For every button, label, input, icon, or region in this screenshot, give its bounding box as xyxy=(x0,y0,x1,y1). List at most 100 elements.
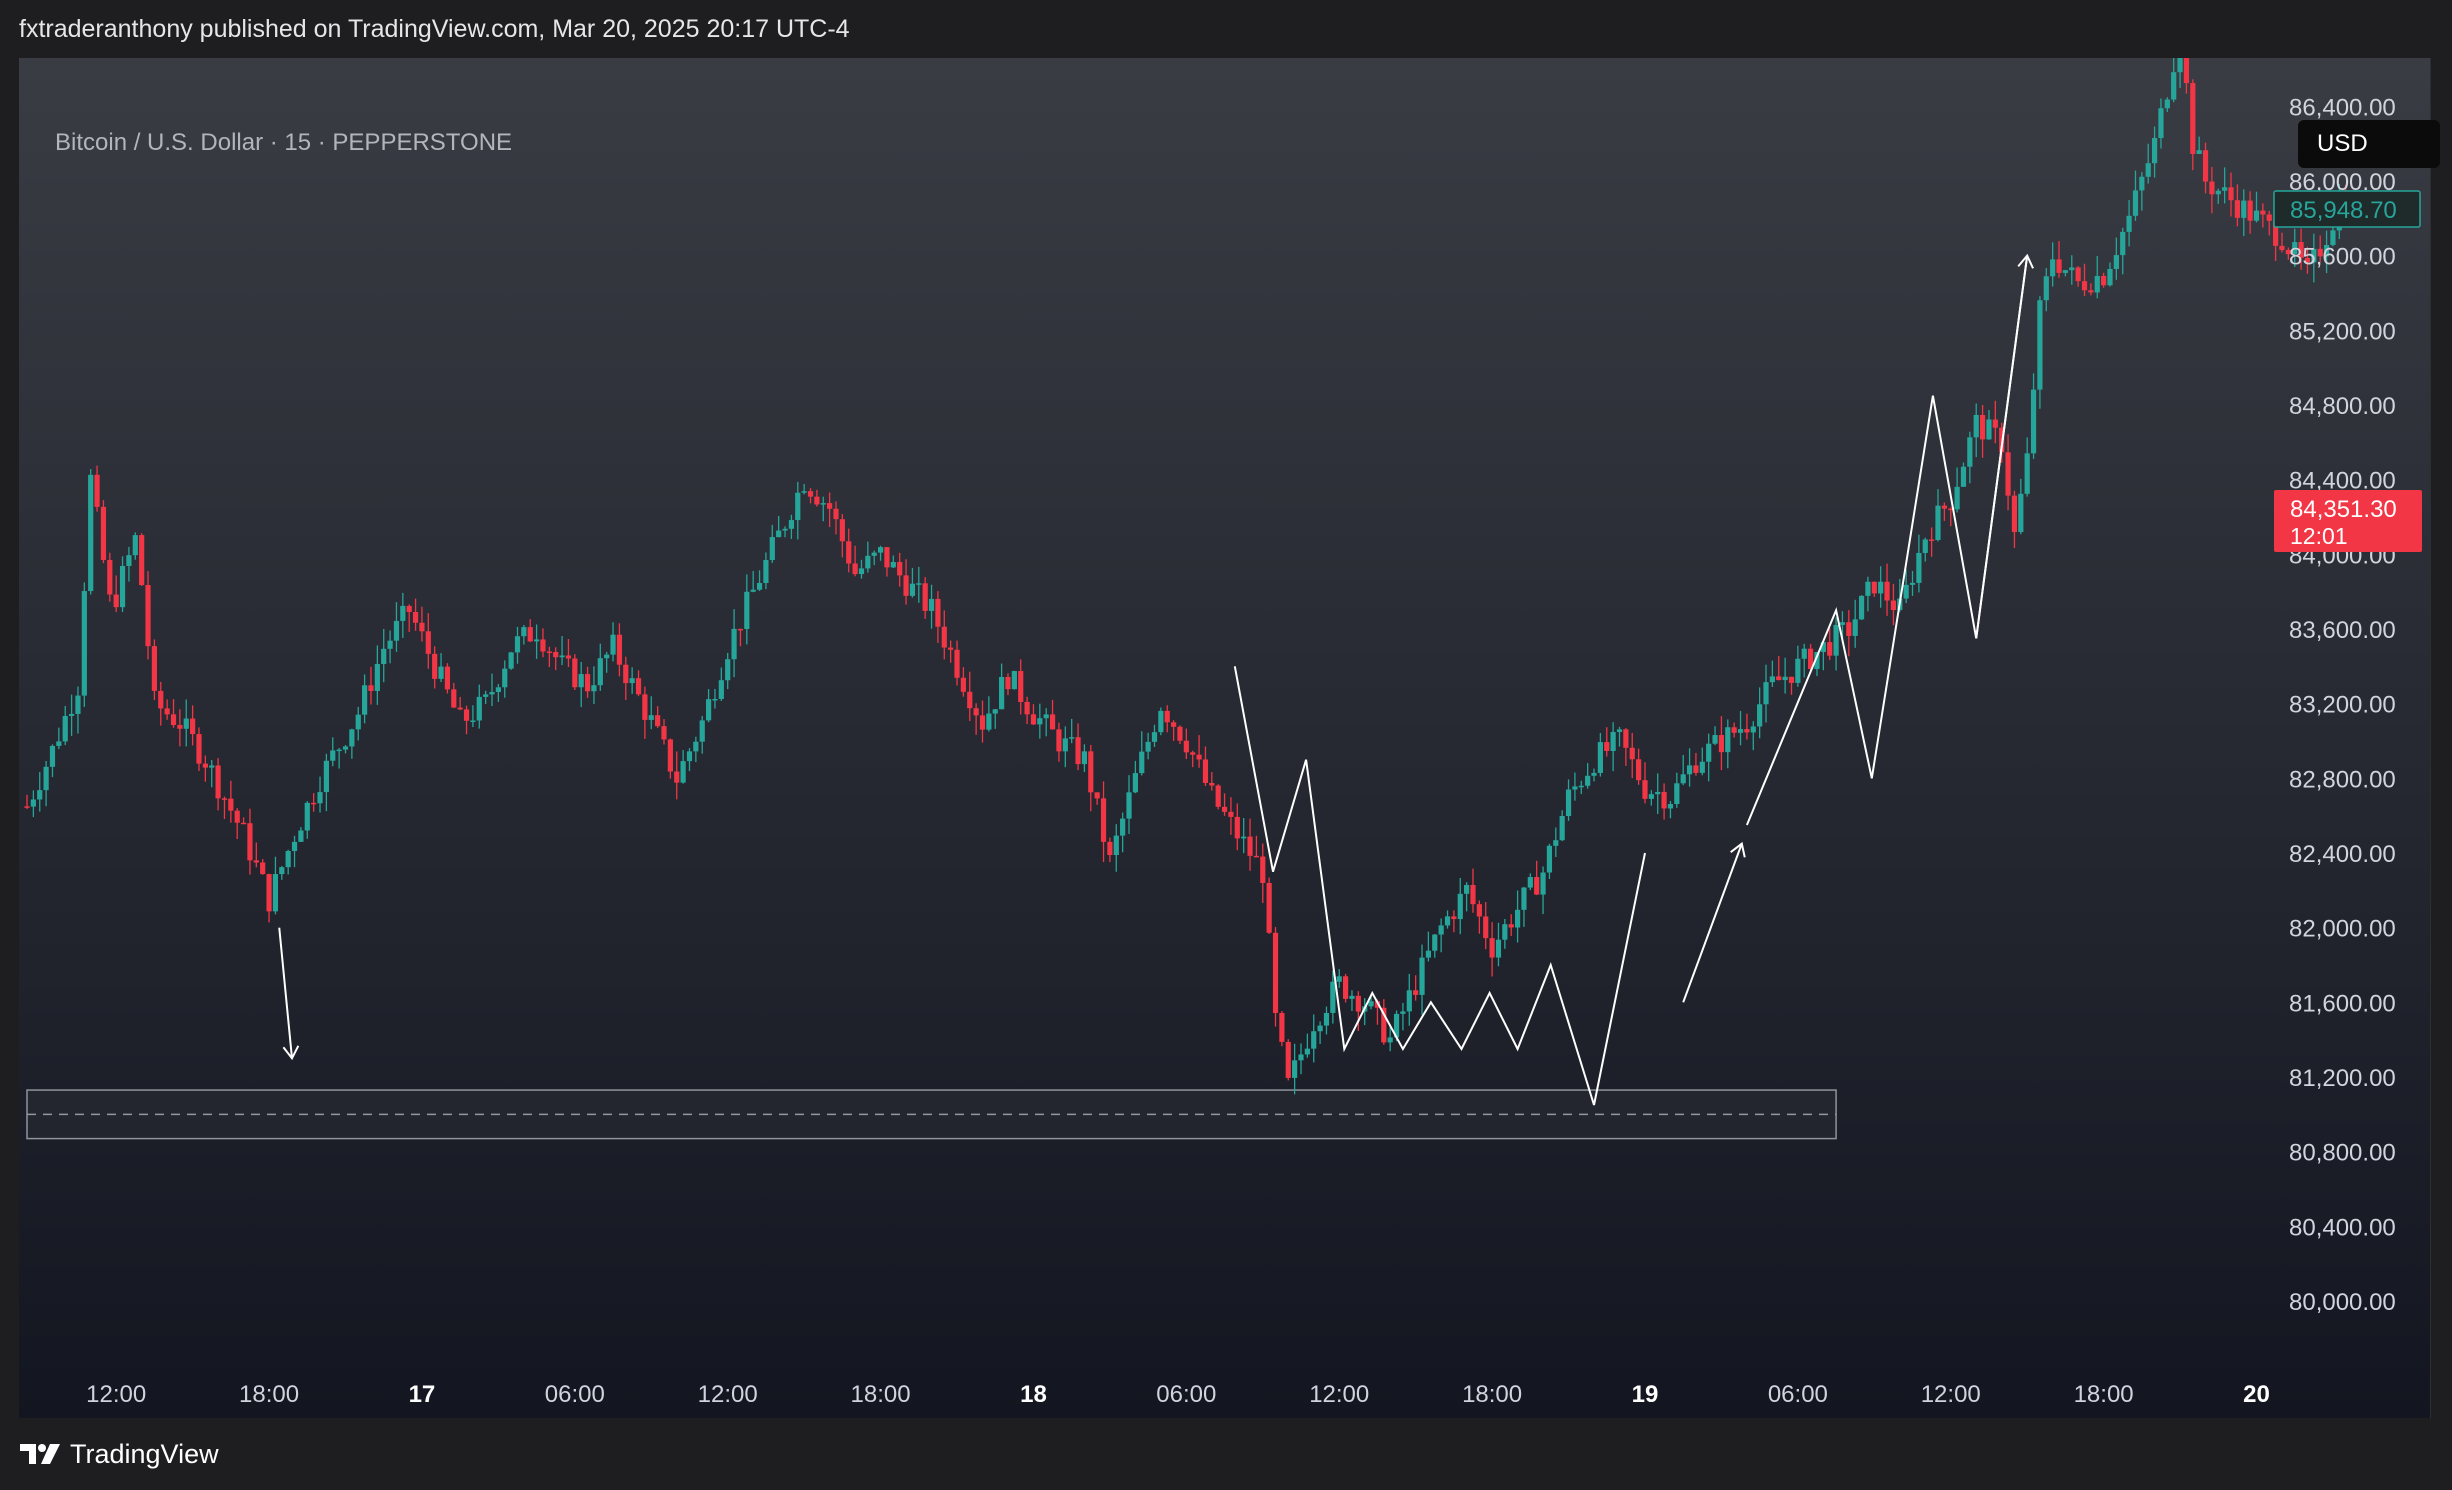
candle-body xyxy=(177,725,183,729)
chart-pane[interactable]: 80,000.00 80,400.00 80,800.00 81,200.00 81,6… xyxy=(19,58,2440,1418)
candle-body xyxy=(909,583,916,596)
candle-body xyxy=(158,690,164,709)
candle-body xyxy=(489,691,495,695)
candle[interactable] xyxy=(88,469,94,595)
candle-body xyxy=(1336,976,1342,982)
candle-body xyxy=(2253,210,2260,221)
candle-body xyxy=(247,823,253,861)
candle-body xyxy=(1419,957,1425,995)
candle[interactable] xyxy=(1011,670,1017,690)
candle-body xyxy=(1744,729,1750,733)
candle-body xyxy=(2088,290,2094,293)
candle[interactable] xyxy=(1858,595,1865,620)
candle[interactable] xyxy=(444,663,451,694)
candle-body xyxy=(1623,729,1629,748)
candle-body xyxy=(1100,798,1107,842)
candle-body xyxy=(941,626,947,648)
candle-body xyxy=(744,591,750,629)
price-tick-label: 81,600.00 xyxy=(2289,990,2396,1017)
candle-body xyxy=(807,491,814,497)
candle-body xyxy=(508,652,514,669)
candle-body xyxy=(1782,676,1788,681)
candle-body xyxy=(1049,714,1056,730)
candle[interactable] xyxy=(1342,973,1349,1003)
candle-body xyxy=(483,694,489,697)
candle-body xyxy=(1680,774,1686,784)
candle-body xyxy=(514,636,521,653)
candle[interactable] xyxy=(1266,877,1272,934)
candle-body xyxy=(2024,453,2030,494)
candle-body xyxy=(1616,729,1623,732)
candle-body xyxy=(693,741,699,752)
candle-body xyxy=(209,765,215,768)
candle-body xyxy=(2126,215,2132,232)
candle-body xyxy=(190,718,196,735)
footer: TradingView xyxy=(0,1418,2452,1490)
candle-body xyxy=(1056,729,1062,752)
time-tick-label: 12:00 xyxy=(698,1381,758,1408)
candle-body xyxy=(1011,671,1017,690)
candle-body xyxy=(43,766,49,791)
candle-body xyxy=(202,763,208,768)
candle[interactable] xyxy=(151,639,157,700)
candle-body xyxy=(2145,163,2151,177)
candle-body xyxy=(1655,791,1661,795)
candle-body xyxy=(1292,1060,1298,1078)
currency-button[interactable]: USD xyxy=(2298,120,2440,168)
candle-body xyxy=(425,631,431,654)
candle[interactable] xyxy=(572,654,578,690)
candle-body xyxy=(2132,190,2139,216)
candle-body xyxy=(1171,722,1177,727)
candle-body xyxy=(2094,276,2100,293)
candle-body xyxy=(1718,735,1725,753)
candle-body xyxy=(782,528,788,531)
high-price-tag[interactable]: 85,948.70 xyxy=(2273,190,2421,228)
candle-body xyxy=(1929,539,1935,541)
candle-body xyxy=(2202,150,2209,182)
candle-body xyxy=(119,565,126,608)
price-chart[interactable]: 80,000.00 80,400.00 80,800.00 81,200.00 81,6… xyxy=(19,58,2430,1418)
candle-body xyxy=(960,677,966,692)
candle[interactable] xyxy=(1158,707,1164,736)
candle-body xyxy=(565,655,572,659)
candle-body xyxy=(578,674,584,688)
tradingview-logo[interactable]: TradingView xyxy=(20,1439,219,1470)
last-price-tag[interactable]: 84,351.3012:01 xyxy=(2274,490,2422,552)
candle[interactable] xyxy=(107,552,113,602)
candle-body xyxy=(1686,765,1693,775)
candle-body xyxy=(1272,932,1279,1013)
symbol-title[interactable]: Bitcoin / U.S. Dollar · 15 · PEPPERSTONE xyxy=(55,129,512,157)
candle-body xyxy=(948,647,954,650)
candle[interactable] xyxy=(1215,784,1221,810)
candle-body xyxy=(470,720,476,722)
candle[interactable] xyxy=(508,651,514,670)
candle[interactable] xyxy=(81,582,87,707)
candle[interactable] xyxy=(1272,927,1279,1027)
candle-body xyxy=(763,559,769,583)
candle-body xyxy=(419,622,425,632)
candle-body xyxy=(81,591,87,696)
candle-body xyxy=(629,678,635,684)
candle[interactable] xyxy=(1285,1039,1291,1081)
candle-body xyxy=(2043,276,2049,301)
candle[interactable] xyxy=(139,533,145,587)
candle-body xyxy=(1253,855,1260,858)
candle-body xyxy=(139,535,145,586)
candle-body xyxy=(1298,1054,1304,1061)
candle-body xyxy=(1572,786,1578,790)
candle-body xyxy=(1878,581,1884,594)
candle-body xyxy=(534,639,540,642)
candle[interactable] xyxy=(100,500,107,564)
candle-body xyxy=(330,750,336,761)
candle-body xyxy=(1540,872,1546,895)
candle-body xyxy=(1699,761,1705,773)
candle-body xyxy=(597,658,603,686)
candle-body xyxy=(877,547,884,553)
candle[interactable] xyxy=(1279,1011,1285,1047)
candle-body xyxy=(1317,1025,1323,1032)
candle-body xyxy=(1693,765,1699,773)
candle-body xyxy=(2209,181,2215,195)
candle-body xyxy=(56,741,62,746)
candle-body xyxy=(1355,995,1361,1012)
candle-body xyxy=(68,713,75,716)
